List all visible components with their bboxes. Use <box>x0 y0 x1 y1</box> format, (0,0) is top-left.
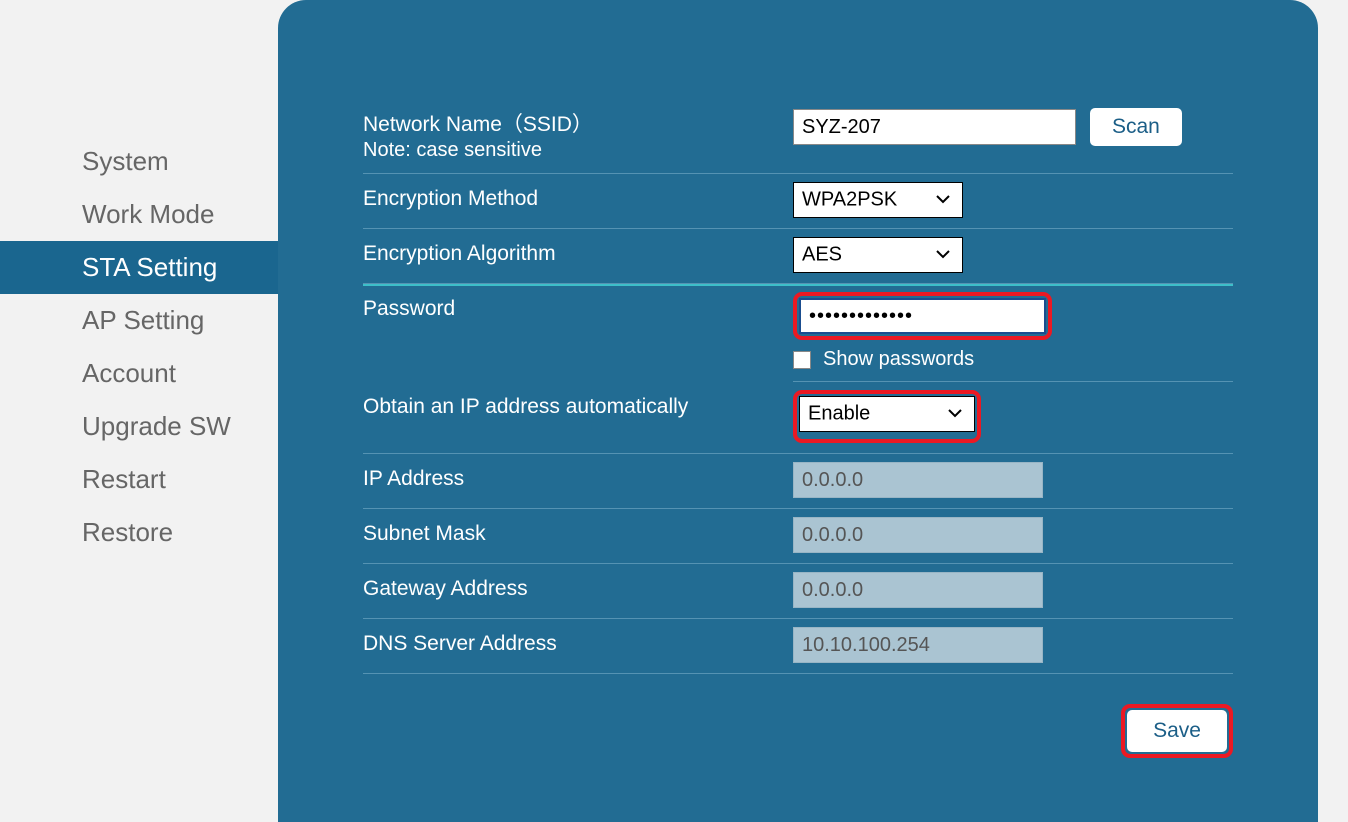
enc-algo-value: AES <box>802 244 842 267</box>
row-ip-address: IP Address <box>363 454 1233 509</box>
gateway-input <box>793 572 1043 608</box>
row-subnet-mask: Subnet Mask <box>363 509 1233 564</box>
sidebar-item-account[interactable]: Account <box>0 347 278 400</box>
chevron-down-icon <box>948 405 962 423</box>
sidebar-item-system[interactable]: System <box>0 135 278 188</box>
sidebar-nav: System Work Mode STA Setting AP Setting … <box>0 135 278 559</box>
chevron-down-icon <box>936 191 950 209</box>
label-ssid: Network Name（SSID） Note: case sensitive <box>363 108 793 163</box>
row-dns: DNS Server Address <box>363 619 1233 674</box>
ssid-input[interactable] <box>793 109 1076 145</box>
dhcp-value: Enable <box>808 403 870 426</box>
sidebar-item-work-mode[interactable]: Work Mode <box>0 188 278 241</box>
sidebar-item-ap-setting[interactable]: AP Setting <box>0 294 278 347</box>
enc-algo-select[interactable]: AES <box>793 237 963 273</box>
save-button[interactable]: Save <box>1127 710 1227 752</box>
sidebar-item-restart[interactable]: Restart <box>0 453 278 506</box>
label-ip-address: IP Address <box>363 462 793 492</box>
row-save: Save <box>363 704 1233 758</box>
accent-divider <box>363 284 1233 286</box>
label-subnet-mask: Subnet Mask <box>363 517 793 547</box>
enc-method-value: WPA2PSK <box>802 189 897 212</box>
chevron-down-icon <box>936 246 950 264</box>
sidebar-item-restore[interactable]: Restore <box>0 506 278 559</box>
row-show-passwords: Show passwords <box>793 344 1233 382</box>
password-highlight <box>793 292 1052 340</box>
label-enc-method: Encryption Method <box>363 182 793 212</box>
label-dns: DNS Server Address <box>363 627 793 657</box>
save-highlight: Save <box>1121 704 1233 758</box>
subnet-mask-input <box>793 517 1043 553</box>
dhcp-select[interactable]: Enable <box>799 396 975 432</box>
show-passwords-label: Show passwords <box>823 348 974 371</box>
label-ssid-note: Note: case sensitive <box>363 138 793 163</box>
row-ssid: Network Name（SSID） Note: case sensitive … <box>363 100 1233 174</box>
dns-input <box>793 627 1043 663</box>
main-panel: Network Name（SSID） Note: case sensitive … <box>278 0 1318 822</box>
label-gateway: Gateway Address <box>363 572 793 602</box>
label-enc-algo: Encryption Algorithm <box>363 237 793 267</box>
show-passwords-checkbox[interactable] <box>793 351 811 369</box>
sidebar-item-upgrade-sw[interactable]: Upgrade SW <box>0 400 278 453</box>
password-input[interactable] <box>799 298 1046 334</box>
enc-method-select[interactable]: WPA2PSK <box>793 182 963 218</box>
row-gateway: Gateway Address <box>363 564 1233 619</box>
label-dhcp: Obtain an IP address automatically <box>363 390 793 420</box>
row-enc-algo: Encryption Algorithm AES <box>363 229 1233 284</box>
row-password: Password <box>363 284 1233 344</box>
sidebar-item-sta-setting[interactable]: STA Setting <box>0 241 278 294</box>
ip-address-input <box>793 462 1043 498</box>
row-dhcp: Obtain an IP address automatically Enabl… <box>363 382 1233 454</box>
row-enc-method: Encryption Method WPA2PSK <box>363 174 1233 229</box>
label-ssid-text: Network Name（SSID） <box>363 113 593 136</box>
dhcp-highlight: Enable <box>793 390 981 443</box>
scan-button[interactable]: Scan <box>1090 108 1182 146</box>
label-password: Password <box>363 292 793 322</box>
